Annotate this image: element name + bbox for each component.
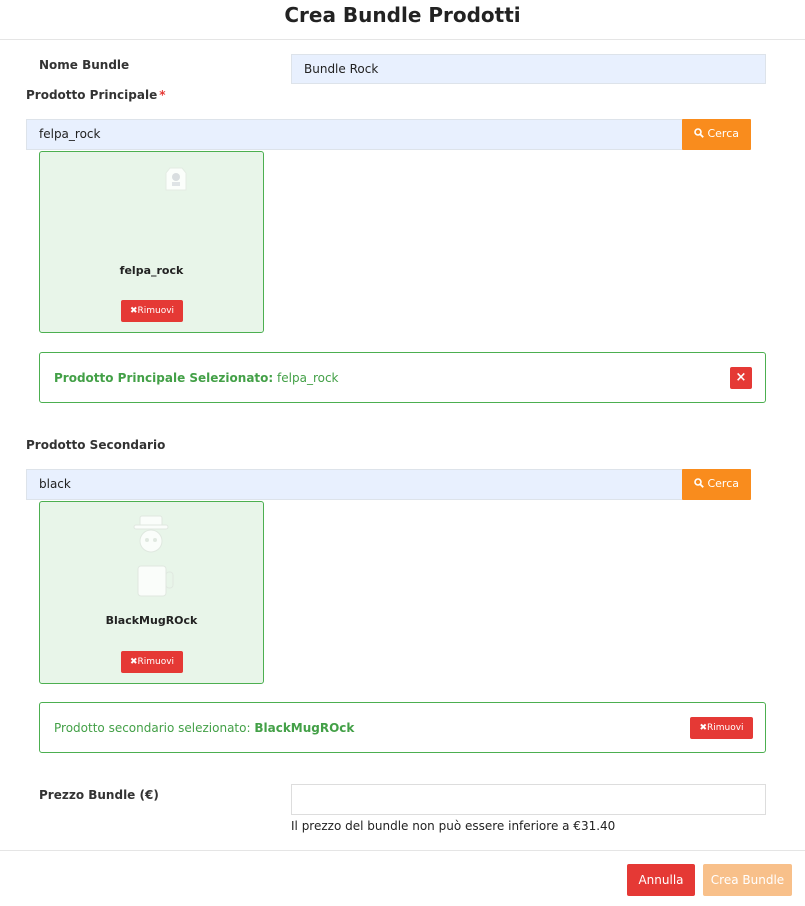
remove-button-label: Rimuovi [706, 723, 744, 733]
search-icon [694, 477, 708, 490]
main-product-alert-text: Prodotto Principale Selezionato: felpa_r… [54, 353, 339, 403]
secondary-product-alert: Prodotto secondario selezionato: BlackMu… [39, 702, 766, 753]
bundle-name-label: Nome Bundle [39, 58, 130, 72]
create-bundle-button[interactable]: Crea Bundle [703, 864, 792, 896]
secondary-product-search-button[interactable]: Cerca [682, 469, 751, 500]
main-product-alert-close-button[interactable]: × [730, 367, 752, 389]
price-help-text: Il prezzo del bundle non può essere infe… [291, 819, 616, 833]
close-icon: ✖ [699, 723, 707, 733]
header-divider [0, 39, 805, 40]
main-product-search-button[interactable]: Cerca [682, 119, 751, 150]
remove-button-label: Rimuovi [137, 306, 175, 316]
secondary-product-remove-button[interactable]: ✖Rimuovi [121, 651, 183, 673]
main-product-remove-button[interactable]: ✖Rimuovi [121, 300, 183, 322]
price-label: Prezzo Bundle (€) [39, 788, 159, 802]
alert-value: felpa_rock [277, 371, 339, 385]
product-thumbnail [128, 514, 178, 604]
remove-button-label: Rimuovi [137, 657, 175, 667]
alert-label: Prodotto Principale Selezionato: [54, 371, 274, 385]
secondary-product-card: BlackMugROck ✖Rimuovi [39, 501, 264, 684]
secondary-product-alert-remove-button[interactable]: ✖Rimuovi [690, 717, 753, 739]
main-product-card-name: felpa_rock [119, 264, 184, 277]
secondary-product-alert-text: Prodotto secondario selezionato: BlackMu… [54, 703, 354, 753]
price-input[interactable] [291, 784, 766, 815]
main-product-search-input[interactable]: felpa_rock [26, 119, 683, 150]
main-product-label: Prodotto Principale * [26, 88, 166, 102]
bundle-name-input[interactable]: Bundle Rock [291, 54, 766, 84]
alert-label: Prodotto secondario selezionato: [54, 721, 251, 735]
secondary-product-card-name: BlackMugROck [105, 614, 198, 627]
footer-divider [0, 850, 805, 851]
alert-value: BlackMugROck [254, 721, 355, 735]
cancel-button[interactable]: Annulla [627, 864, 695, 896]
secondary-product-search-input[interactable]: black [26, 469, 683, 500]
main-product-card: felpa_rock ✖Rimuovi [39, 151, 264, 333]
dialog-title: Crea Bundle Prodotti [284, 3, 521, 27]
search-icon [694, 127, 708, 140]
search-button-label: Cerca [707, 477, 740, 490]
search-button-label: Cerca [707, 127, 740, 140]
product-thumbnail [164, 164, 188, 198]
required-mark: * [159, 88, 166, 102]
secondary-product-label: Prodotto Secondario [26, 438, 166, 452]
main-product-alert: Prodotto Principale Selezionato: felpa_r… [39, 352, 766, 403]
main-product-label-text: Prodotto Principale [26, 88, 158, 102]
